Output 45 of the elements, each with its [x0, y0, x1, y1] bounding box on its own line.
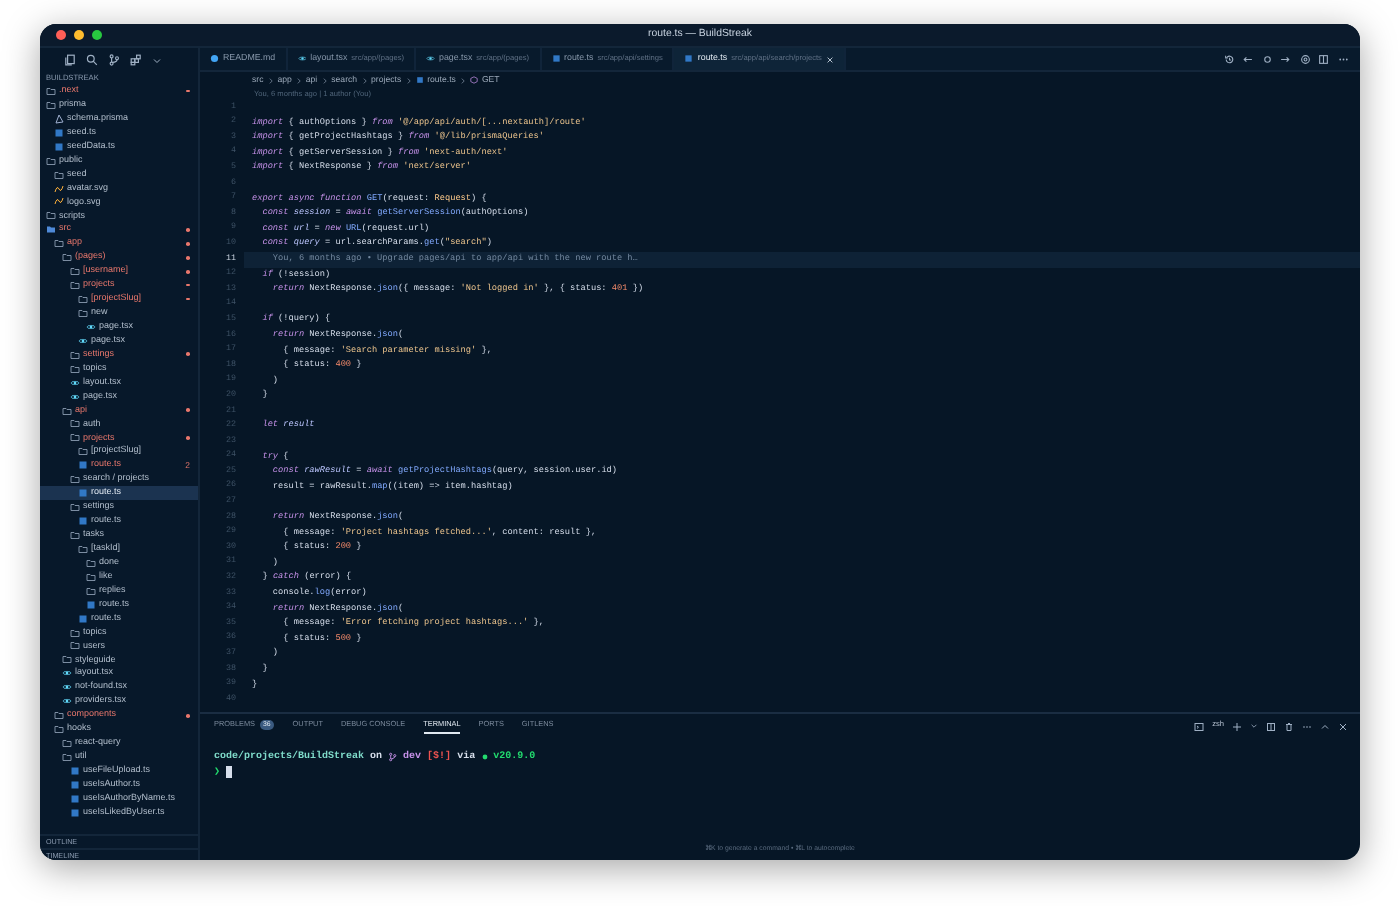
atom-icon: [86, 321, 96, 332]
atom-icon: [62, 682, 72, 693]
file-icon: [78, 488, 88, 499]
branch-icon: [388, 752, 398, 763]
atom-icon: [78, 335, 88, 346]
search-icon[interactable]: [86, 54, 98, 66]
terminal-icon: [1194, 721, 1205, 731]
atom-icon: [62, 696, 72, 707]
file-icon: [78, 516, 88, 527]
arrow-right-icon[interactable]: [1280, 53, 1291, 65]
folder-icon: [70, 502, 80, 513]
atom-icon: [70, 391, 80, 402]
split-editor-icon[interactable]: [1318, 53, 1329, 65]
chevron-up-icon[interactable]: [1320, 721, 1330, 731]
info-icon: [210, 54, 219, 64]
extensions-icon[interactable]: [130, 54, 142, 66]
circle-icon[interactable]: [1261, 53, 1272, 65]
split-icon[interactable]: [1266, 721, 1276, 731]
close-button[interactable]: [56, 30, 66, 40]
terminal-cursor: [226, 766, 233, 779]
trash-icon[interactable]: [1284, 721, 1294, 731]
atom-icon: [62, 668, 72, 679]
atom-icon: [297, 54, 307, 64]
file-icon: [78, 460, 88, 471]
dot-icon: [481, 754, 488, 761]
cube-icon: [469, 76, 478, 84]
zoom-button[interactable]: [92, 30, 102, 40]
chevron-down-icon[interactable]: [152, 55, 162, 65]
plus-icon[interactable]: [1232, 721, 1242, 731]
more-icon[interactable]: [1337, 53, 1348, 65]
arrow-left-icon[interactable]: [1242, 53, 1253, 65]
file-icon: [684, 54, 694, 64]
files-icon[interactable]: [64, 54, 76, 66]
folder-icon: [70, 474, 80, 485]
close-icon[interactable]: [1338, 721, 1348, 731]
close-icon[interactable]: [825, 55, 834, 63]
branch-icon[interactable]: [108, 54, 120, 66]
triangle-icon: [54, 113, 64, 124]
history-icon[interactable]: [1223, 53, 1234, 65]
minimize-button[interactable]: [74, 30, 84, 40]
file-icon: [551, 54, 561, 64]
file-icon: [415, 76, 424, 84]
atom-icon: [426, 54, 436, 64]
atom-icon: [70, 377, 80, 388]
chevron-down-icon[interactable]: [1250, 722, 1258, 730]
